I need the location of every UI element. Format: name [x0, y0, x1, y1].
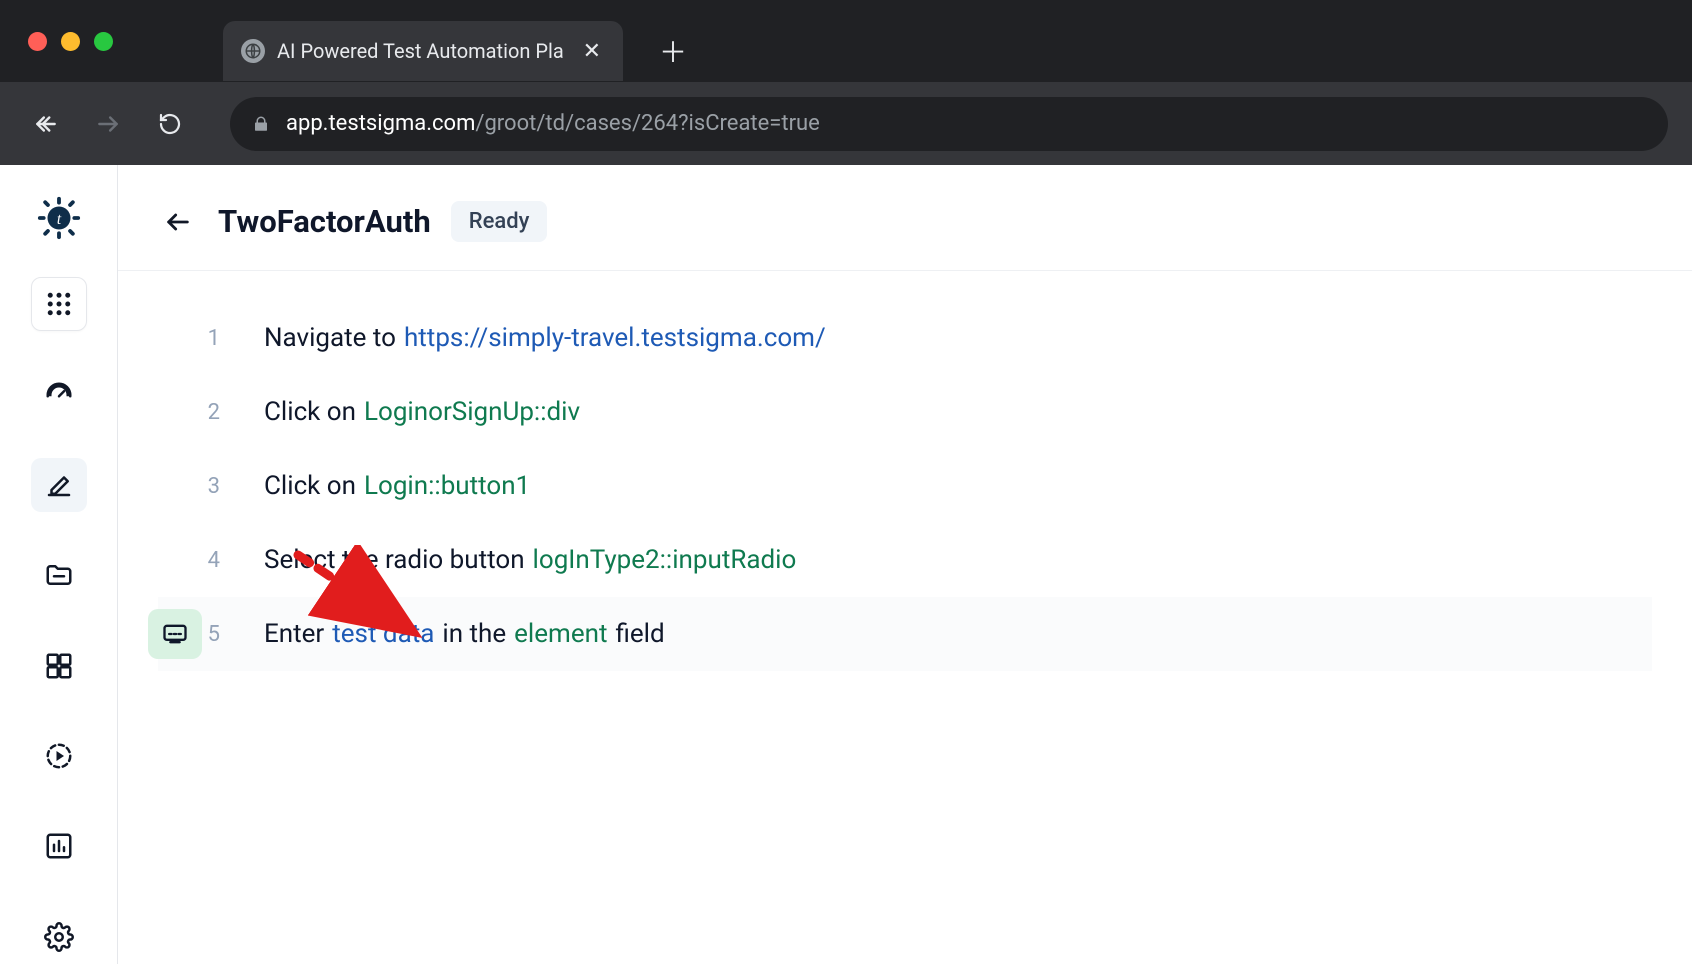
svg-text:t: t — [56, 211, 61, 228]
sidebar-item-run[interactable] — [31, 729, 87, 783]
sidebar-item-reports[interactable] — [31, 819, 87, 873]
sidebar-item-grid[interactable] — [31, 639, 87, 693]
app-root: t TwoFactorAuth — [0, 165, 1692, 964]
step-row[interactable]: 1 Navigate to https://simply-travel.tests… — [158, 301, 1652, 375]
sidebar-item-edit[interactable] — [31, 458, 87, 512]
window-close-icon[interactable] — [28, 32, 47, 51]
window-controls — [28, 32, 113, 51]
step-gutter: 3 — [158, 474, 228, 499]
sidebar-item-folder[interactable] — [31, 548, 87, 602]
steps-list: 1 Navigate to https://simply-travel.tests… — [118, 271, 1692, 701]
step-row[interactable]: 5 Enter test data in the element field — [158, 597, 1652, 671]
step-body: Navigate to https://simply-travel.testsi… — [264, 323, 826, 353]
browser-chrome: AI Powered Test Automation Pla ✕ ＋ app.t… — [0, 0, 1692, 165]
step-text: Navigate to — [264, 323, 396, 353]
tab-title: AI Powered Test Automation Pla — [277, 39, 567, 63]
step-text: Click on — [264, 397, 356, 427]
step-testdata[interactable]: https://simply-travel.testsigma.com/ — [404, 323, 826, 353]
back-arrow-button[interactable] — [158, 202, 198, 242]
step-row[interactable]: 2 Click on LoginorSignUp::div — [158, 375, 1652, 449]
new-tab-button[interactable]: ＋ — [653, 31, 693, 71]
step-row[interactable]: 3 Click on Login::button1 — [158, 449, 1652, 523]
step-text: Click on — [264, 471, 356, 501]
step-element[interactable]: element — [514, 619, 607, 649]
window-maximize-icon[interactable] — [94, 32, 113, 51]
url-host: app.testsigma.com — [286, 111, 475, 136]
step-gutter: 2 — [158, 400, 228, 425]
step-text: field — [615, 619, 664, 649]
window-minimize-icon[interactable] — [61, 32, 80, 51]
step-number: 2 — [208, 400, 220, 425]
step-body: Click on Login::button1 — [264, 471, 530, 501]
step-element[interactable]: logInType2::inputRadio — [533, 545, 797, 575]
step-gutter: 4 — [158, 548, 228, 573]
sidebar-item-dashboard[interactable] — [31, 367, 87, 421]
close-tab-icon[interactable]: ✕ — [579, 35, 605, 68]
step-row[interactable]: 4 Select the radio button logInType2::inp… — [158, 523, 1652, 597]
page-title: TwoFactorAuth — [218, 203, 431, 240]
app-logo-icon[interactable]: t — [36, 195, 82, 241]
url-path: /groot/td/cases/264?isCreate=true — [475, 111, 819, 136]
globe-icon — [241, 39, 265, 63]
sidebar: t — [0, 165, 118, 964]
forward-button[interactable] — [86, 102, 130, 146]
step-text: Enter — [264, 619, 324, 649]
step-number: 1 — [208, 326, 220, 351]
step-element[interactable]: LoginorSignUp::div — [364, 397, 580, 427]
url-text: app.testsigma.com/groot/td/cases/264?isC… — [286, 111, 820, 136]
step-testdata[interactable]: test data — [332, 619, 434, 649]
address-bar[interactable]: app.testsigma.com/groot/td/cases/264?isC… — [230, 97, 1668, 151]
sidebar-item-apps[interactable] — [31, 277, 87, 331]
step-element[interactable]: Login::button1 — [364, 471, 530, 501]
step-text: Select the radio button — [264, 545, 525, 575]
step-number: 5 — [208, 622, 220, 647]
step-body: Select the radio button logInType2::inpu… — [264, 545, 796, 575]
lock-icon — [252, 115, 270, 133]
step-body: Click on LoginorSignUp::div — [264, 397, 580, 427]
content-area: TwoFactorAuth Ready 1 Navigate to https:/… — [118, 165, 1692, 964]
step-text: in the — [442, 619, 506, 649]
page-header: TwoFactorAuth Ready — [118, 165, 1692, 271]
titlebar: AI Powered Test Automation Pla ✕ ＋ — [0, 0, 1692, 82]
step-number: 4 — [208, 548, 220, 573]
step-number: 3 — [208, 474, 220, 499]
browser-tab[interactable]: AI Powered Test Automation Pla ✕ — [223, 21, 623, 81]
active-step-indicator-icon — [148, 609, 202, 659]
back-button[interactable] — [24, 102, 68, 146]
browser-toolbar: app.testsigma.com/groot/td/cases/264?isC… — [0, 82, 1692, 165]
reload-button[interactable] — [148, 102, 192, 146]
status-badge: Ready — [451, 201, 548, 242]
step-body: Enter test data in the element field — [264, 619, 665, 649]
sidebar-item-settings[interactable] — [31, 910, 87, 964]
step-gutter: 1 — [158, 326, 228, 351]
